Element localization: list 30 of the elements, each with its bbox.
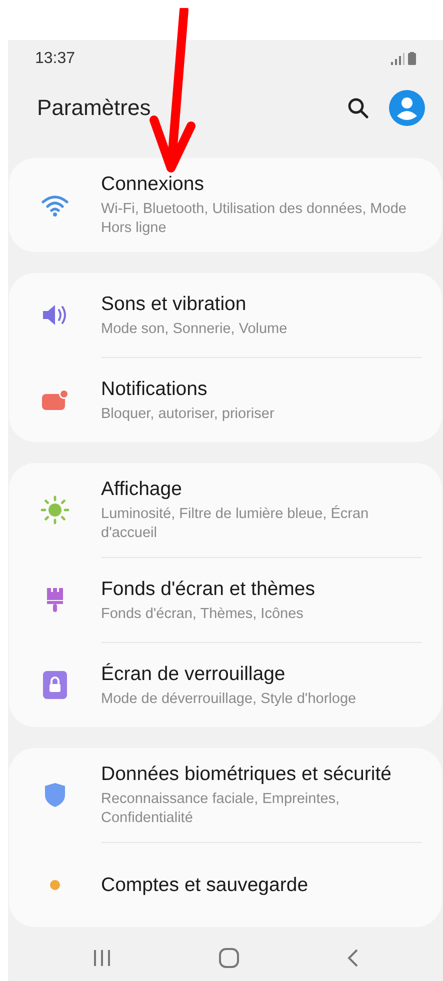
wifi-icon [40,193,70,217]
speaker-icon [42,304,68,326]
setting-title[interactable]: Notifications [101,376,274,402]
shield-icon [44,782,66,808]
back-icon[interactable] [347,948,360,968]
home-icon[interactable] [219,948,240,968]
setting-description: Mode de déverrouillage, Style d'horloge [101,690,356,708]
setting-title[interactable]: Écran de verrouillage [101,662,356,686]
sun-icon [40,495,70,525]
paint-brush-icon [45,587,65,613]
setting-description: Reconnaissance faciale, Empreintes, Confidentialité [101,790,341,828]
page-title: Paramètres [37,95,152,121]
profile-icon[interactable] [389,90,425,126]
setting-description: Fonds d'écran, Thèmes, Icônes [101,604,304,624]
setting-title[interactable]: Comptes et sauvegarde [101,872,308,898]
signal-battery-icon [391,52,417,66]
setting-description: Mode son, Sonnerie, Volume [101,320,288,338]
lock-icon [43,671,67,699]
recent-apps-icon[interactable] [92,949,112,967]
setting-title[interactable]: Connexions [101,172,412,197]
setting-description: Wi-Fi, Bluetooth, Utilisation des données, Mode Hors ligne [101,200,408,238]
setting-title[interactable]: Données biométriques et sécurité [101,762,412,787]
status-time: 13:37 [35,50,76,68]
notification-icon [41,389,69,411]
search-icon[interactable] [347,97,369,119]
setting-description: Bloquer, autoriser, prioriser [101,404,274,424]
setting-title[interactable]: Sons et vibration [101,292,288,316]
setting-description: Luminosité, Filtre de lumière bleue, Écran d'accueil [101,505,370,543]
setting-title[interactable]: Fonds d'écran et thèmes [101,576,316,602]
setting-title[interactable]: Affichage [101,477,412,502]
